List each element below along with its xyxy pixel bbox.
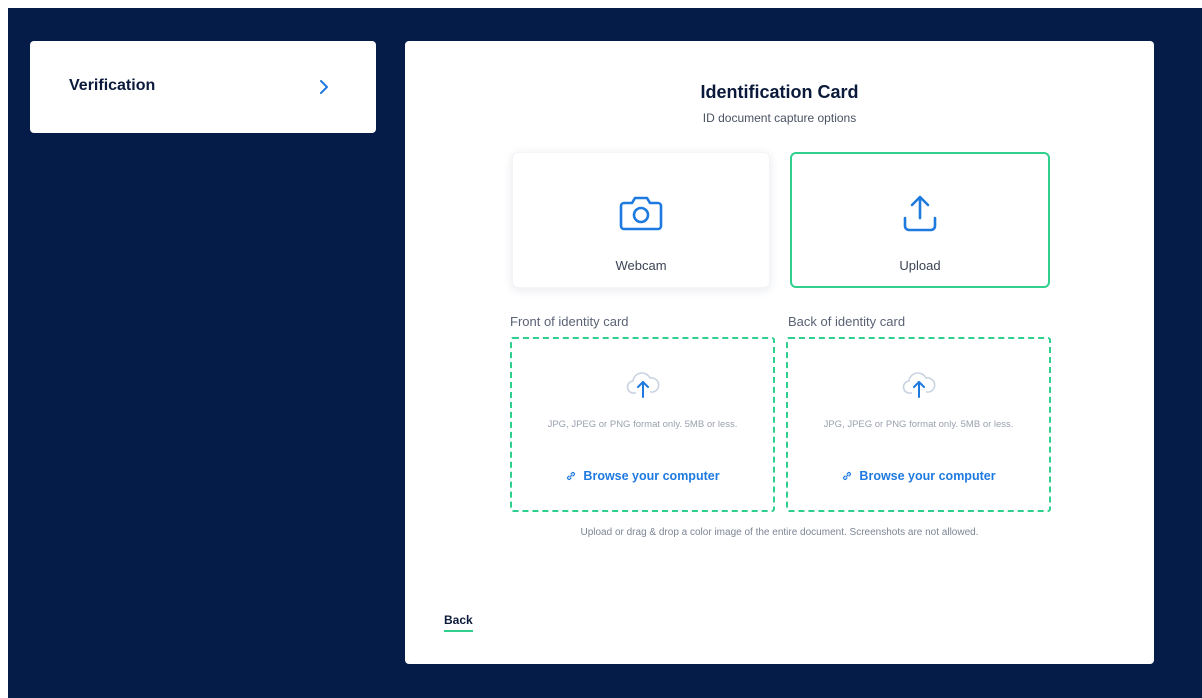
upload-icon: [903, 195, 937, 232]
cloud-upload-icon: [902, 372, 935, 398]
front-card-label: Front of identity card: [510, 314, 629, 329]
cloud-upload-icon: [626, 372, 659, 398]
back-button[interactable]: Back: [444, 613, 473, 632]
app-background: Verification Identification Card ID docu…: [8, 8, 1202, 698]
webcam-label: Webcam: [615, 258, 667, 273]
format-hint: JPG, JPEG or PNG format only. 5MB or les…: [823, 419, 1014, 430]
front-dropzone[interactable]: JPG, JPEG or PNG format only. 5MB or les…: [510, 337, 775, 512]
browse-link-front[interactable]: Browse your computer: [512, 469, 773, 483]
browse-link-back[interactable]: Browse your computer: [788, 469, 1049, 483]
back-card-label: Back of identity card: [788, 314, 906, 329]
upload-label: Upload: [899, 258, 941, 273]
format-hint: JPG, JPEG or PNG format only. 5MB or les…: [547, 419, 738, 430]
browse-label: Browse your computer: [583, 469, 720, 483]
upload-option[interactable]: Upload: [790, 152, 1050, 288]
sidebar-item-label: Verification: [69, 77, 156, 94]
chevron-right-icon: [320, 80, 328, 94]
sidebar-item-verification[interactable]: Verification: [30, 41, 376, 133]
link-icon: [843, 471, 852, 481]
back-dropzone[interactable]: JPG, JPEG or PNG format only. 5MB or les…: [786, 337, 1051, 512]
browse-label: Browse your computer: [859, 469, 996, 483]
identification-panel: Identification Card ID document capture …: [405, 41, 1154, 664]
page-title: Identification Card: [700, 82, 859, 102]
webcam-option[interactable]: Webcam: [512, 152, 770, 288]
upload-instructions: Upload or drag & drop a color image of t…: [580, 527, 979, 538]
link-icon: [567, 471, 576, 481]
camera-icon: [619, 196, 663, 231]
page-subtitle: ID document capture options: [702, 111, 857, 125]
